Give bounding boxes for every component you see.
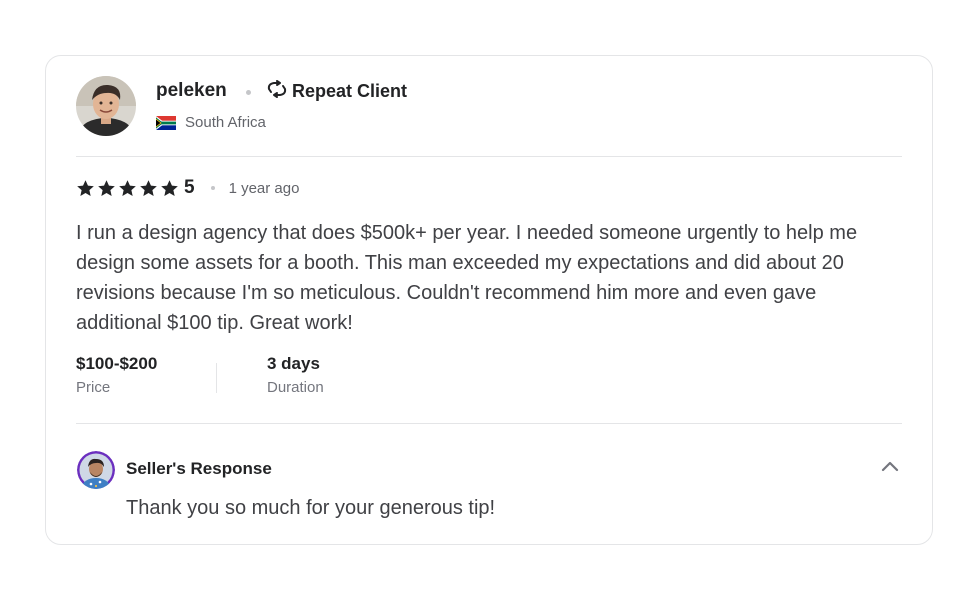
star-icon (98, 179, 115, 196)
seller-response-text: Thank you so much for your generous tip! (126, 497, 496, 519)
price-block: $100-$200 Price (76, 354, 157, 396)
seller-avatar[interactable] (77, 451, 115, 489)
star-icon (119, 179, 136, 196)
star-icon (161, 179, 178, 196)
reviewer-avatar[interactable] (76, 76, 136, 136)
header-divider (76, 156, 902, 157)
response-divider (76, 423, 902, 424)
duration-block: 3 days Duration (267, 354, 324, 396)
star-rating (76, 179, 179, 198)
country-name: South Africa (185, 114, 266, 131)
south-africa-flag-icon (156, 115, 176, 130)
review-time: 1 year ago (228, 179, 300, 197)
rating-value: 5 (184, 177, 195, 198)
price-value: $100-$200 (76, 354, 158, 373)
repeat-client-label: Repeat Client (292, 81, 408, 101)
star-icon (140, 179, 157, 196)
duration-label: Duration (267, 379, 324, 396)
separator-dot (210, 186, 215, 190)
meta-divider (216, 363, 217, 393)
review-card: peleken Repeat Client South Africa 5 1 y… (45, 55, 933, 545)
reviewer-username[interactable]: peleken (156, 80, 227, 102)
star-icon (77, 179, 94, 196)
rating-row: 5 1 year ago (76, 177, 299, 199)
repeat-client-badge: Repeat Client (266, 80, 407, 103)
price-label: Price (76, 379, 111, 396)
review-text: I run a design agency that does $500k+ p… (76, 222, 858, 334)
seller-response-title: Seller's Response (126, 459, 272, 478)
repeat-arrows-icon (266, 80, 288, 103)
reviewer-country: South Africa (156, 114, 266, 131)
duration-value: 3 days (267, 354, 320, 373)
separator-dot (246, 90, 251, 95)
chevron-up-icon[interactable] (881, 459, 899, 473)
